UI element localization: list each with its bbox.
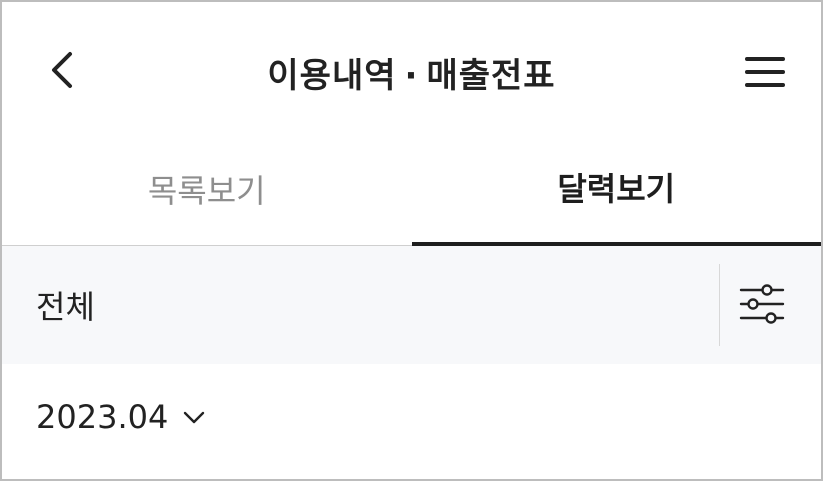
menu-button[interactable] (739, 46, 791, 98)
app-screen: 이용내역 · 매출전표 목록보기 달력보기 전체 2023.04 (0, 0, 823, 481)
sliders-icon (739, 284, 785, 324)
header: 이용내역 · 매출전표 (2, 2, 821, 142)
filter-divider (719, 264, 720, 346)
chevron-down-icon (182, 409, 206, 425)
page-title-separator: · (404, 56, 419, 96)
tab-list-view[interactable]: 목록보기 (2, 142, 412, 246)
tab-calendar-view[interactable]: 달력보기 (411, 142, 821, 246)
view-tabs: 목록보기 달력보기 (2, 142, 821, 246)
filter-settings-button[interactable] (734, 278, 790, 330)
page-title-main: 이용내역 (267, 56, 397, 96)
filter-selected-label[interactable]: 전체 (36, 282, 95, 328)
month-value: 2023.04 (36, 398, 169, 436)
month-selector[interactable]: 2023.04 (36, 392, 206, 442)
back-button[interactable] (38, 46, 86, 94)
tab-list-view-label: 목록보기 (147, 171, 266, 210)
page-title: 이용내역 · 매출전표 (2, 48, 821, 97)
page-title-sub: 매출전표 (426, 56, 556, 96)
filter-bar: 전체 (2, 246, 821, 364)
hamburger-menu-icon (745, 57, 785, 87)
chevron-left-icon (52, 52, 72, 88)
tab-calendar-view-label: 달력보기 (557, 170, 676, 208)
